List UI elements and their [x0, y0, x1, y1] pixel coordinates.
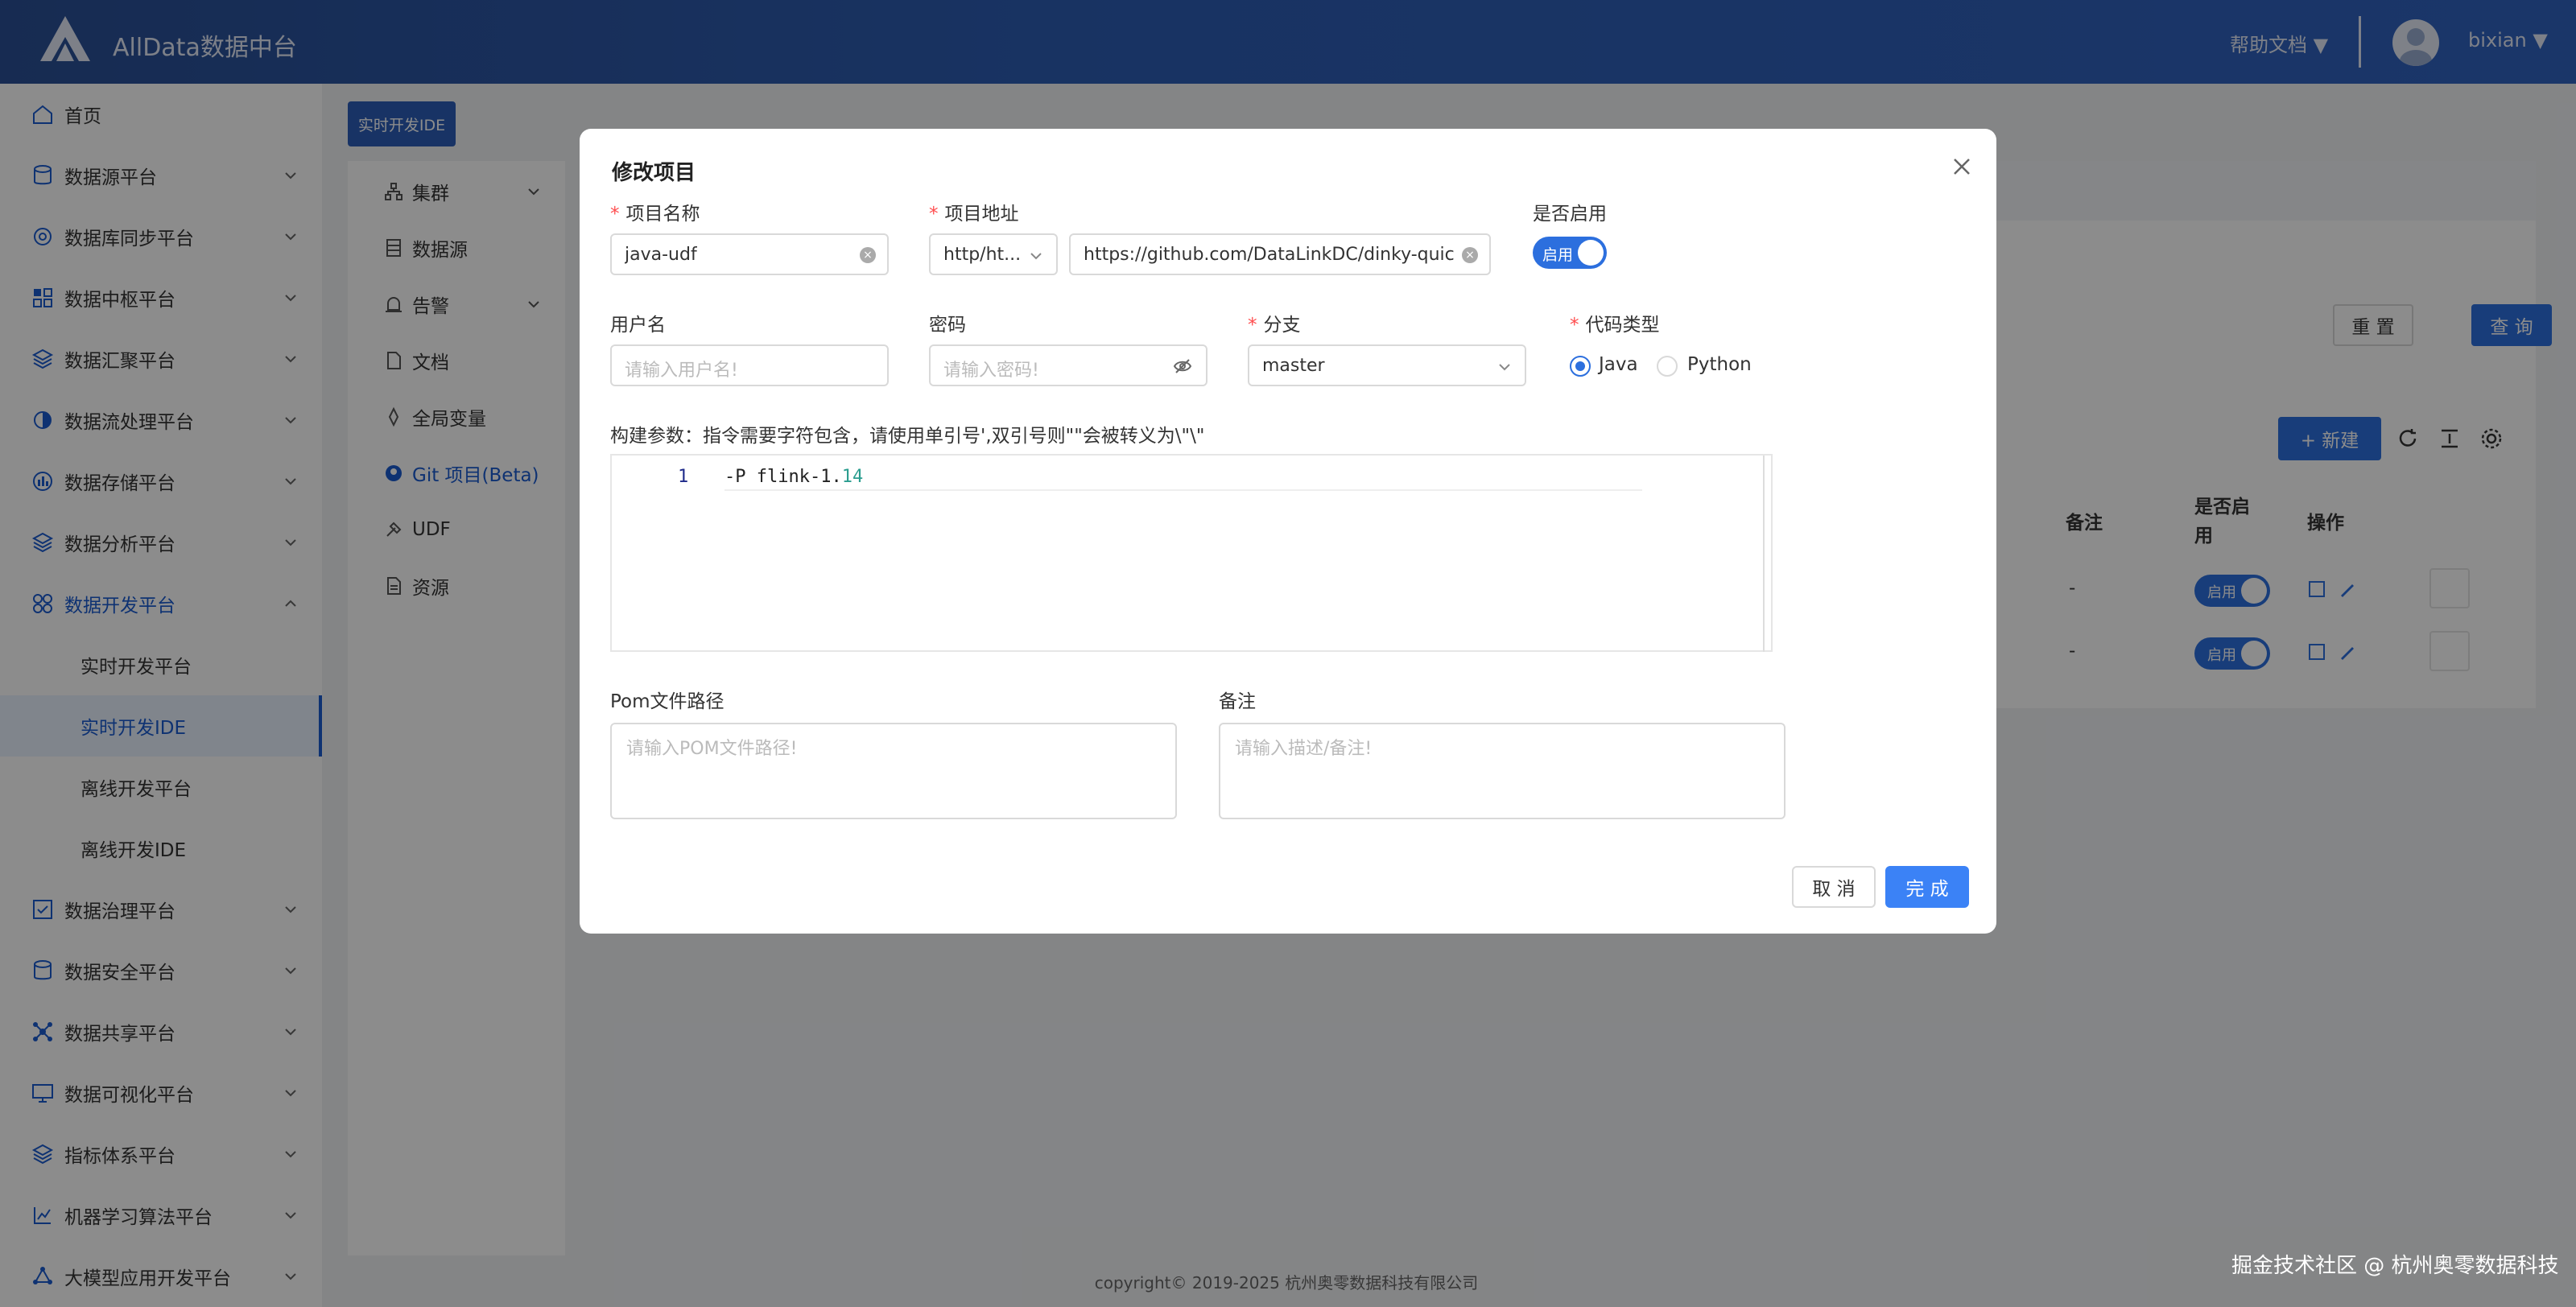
password-input[interactable]: 请输入密码! [929, 344, 1208, 386]
password-placeholder: 请输入密码! [943, 361, 1039, 381]
project-url-value: https://github.com/DataLinkDC/dinky-quic… [1084, 245, 1454, 265]
project-url-label: * 项目地址 [929, 204, 1019, 225]
project-url-input[interactable]: https://github.com/DataLinkDC/dinky-quic… [1069, 233, 1491, 275]
code-type-option: Java [1599, 354, 1638, 375]
code-type-radio-java[interactable] [1570, 356, 1591, 377]
code-line: -P flink-1.14 [724, 467, 864, 487]
clear-icon[interactable]: × [1462, 247, 1478, 263]
chevron-down-icon [1499, 364, 1510, 371]
enabled-toggle[interactable]: 启用 [1533, 237, 1607, 269]
username-input[interactable]: 请输入用户名! [610, 344, 889, 386]
branch-value: master [1262, 356, 1325, 376]
eye-invisible-icon[interactable] [1172, 356, 1193, 377]
project-name-input[interactable]: java-udf × [610, 233, 889, 275]
remark-label: 备注 [1219, 691, 1256, 712]
cancel-button[interactable]: 取 消 [1792, 866, 1876, 908]
password-label: 密码 [929, 315, 966, 336]
edit-project-dialog: 修改项目 * 项目名称 java-udf × * 项目地址 http/ht... h… [580, 129, 1996, 934]
protocol-value: http/ht... [943, 245, 1022, 265]
build-args-label: 构建参数：指令需要字符包含，请使用单引号',双引号则""会被转义为\"\" [610, 426, 1205, 447]
code-type-label: * 代码类型 [1570, 315, 1660, 336]
dialog-title: 修改项目 [612, 161, 696, 185]
pom-path-label: Pom文件路径 [610, 691, 724, 712]
watermark: 掘金技术社区 @ 杭州奥零数据科技 [2231, 1254, 2559, 1278]
code-type-radio-python[interactable] [1657, 356, 1678, 377]
code-type-option: Python [1687, 354, 1752, 375]
enabled-label: 是否启用 [1533, 204, 1607, 225]
current-line-rule [724, 489, 1642, 491]
close-icon[interactable] [1948, 153, 1975, 180]
project-name-value: java-udf [625, 245, 697, 265]
username-placeholder: 请输入用户名! [625, 361, 738, 381]
project-name-label: * 项目名称 [610, 204, 700, 225]
remark-placeholder: 请输入描述/备注! [1235, 739, 1373, 759]
editor-scrollbar[interactable] [1763, 456, 1765, 652]
toggle-label: 启用 [1542, 246, 1574, 264]
branch-label: * 分支 [1248, 315, 1301, 336]
pom-path-textarea[interactable]: 请输入POM文件路径! [610, 723, 1177, 819]
line-number: 1 [678, 467, 689, 487]
protocol-select[interactable]: http/ht... [929, 233, 1058, 275]
branch-select[interactable]: master [1248, 344, 1526, 386]
clear-icon[interactable]: × [860, 247, 876, 263]
build-args-editor[interactable]: 1 -P flink-1.14 [610, 454, 1773, 652]
pom-path-placeholder: 请输入POM文件路径! [626, 739, 798, 759]
remark-textarea[interactable]: 请输入描述/备注! [1219, 723, 1785, 819]
chevron-down-icon [1030, 253, 1042, 260]
username-label: 用户名 [610, 315, 666, 336]
confirm-button[interactable]: 完 成 [1885, 866, 1969, 908]
